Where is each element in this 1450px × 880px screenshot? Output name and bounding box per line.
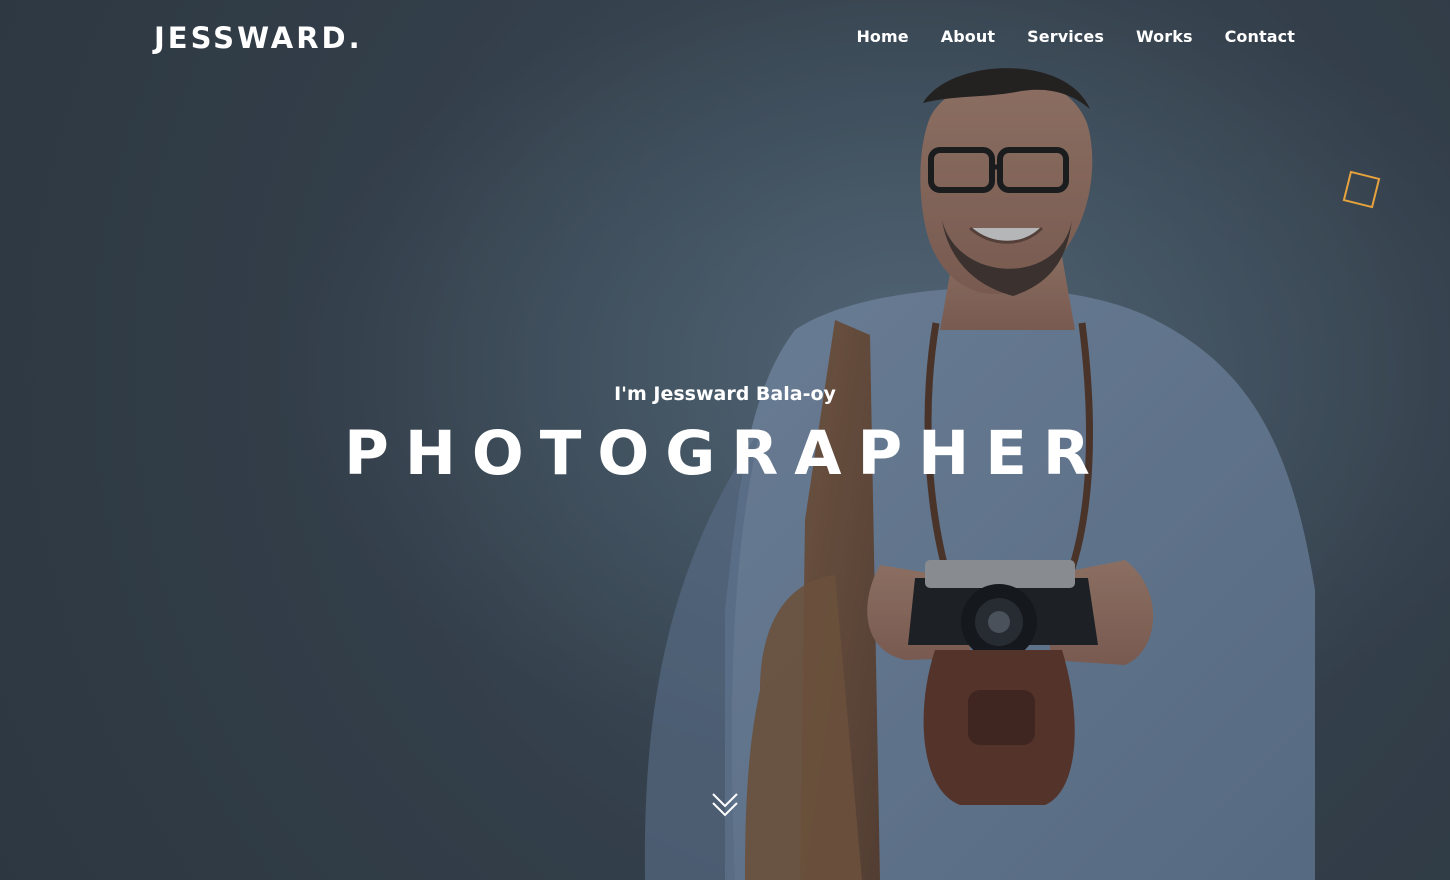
- hero-section: JESSWARD. Home About Services Works Cont…: [0, 0, 1450, 880]
- nav-services-link[interactable]: Services: [1027, 24, 1104, 50]
- nav-home-link[interactable]: Home: [856, 24, 908, 50]
- nav-contact-link[interactable]: Contact: [1225, 24, 1295, 50]
- main-navigation: Home About Services Works Contact: [856, 24, 1295, 50]
- hero-title: PHOTOGRAPHER: [344, 418, 1106, 489]
- double-chevron-down-icon[interactable]: [711, 790, 739, 818]
- site-logo[interactable]: JESSWARD.: [154, 20, 363, 56]
- nav-about-link[interactable]: About: [941, 24, 995, 50]
- nav-works-link[interactable]: Works: [1136, 24, 1193, 50]
- hero-intro-text: I'm Jessward Bala-oy: [614, 383, 836, 405]
